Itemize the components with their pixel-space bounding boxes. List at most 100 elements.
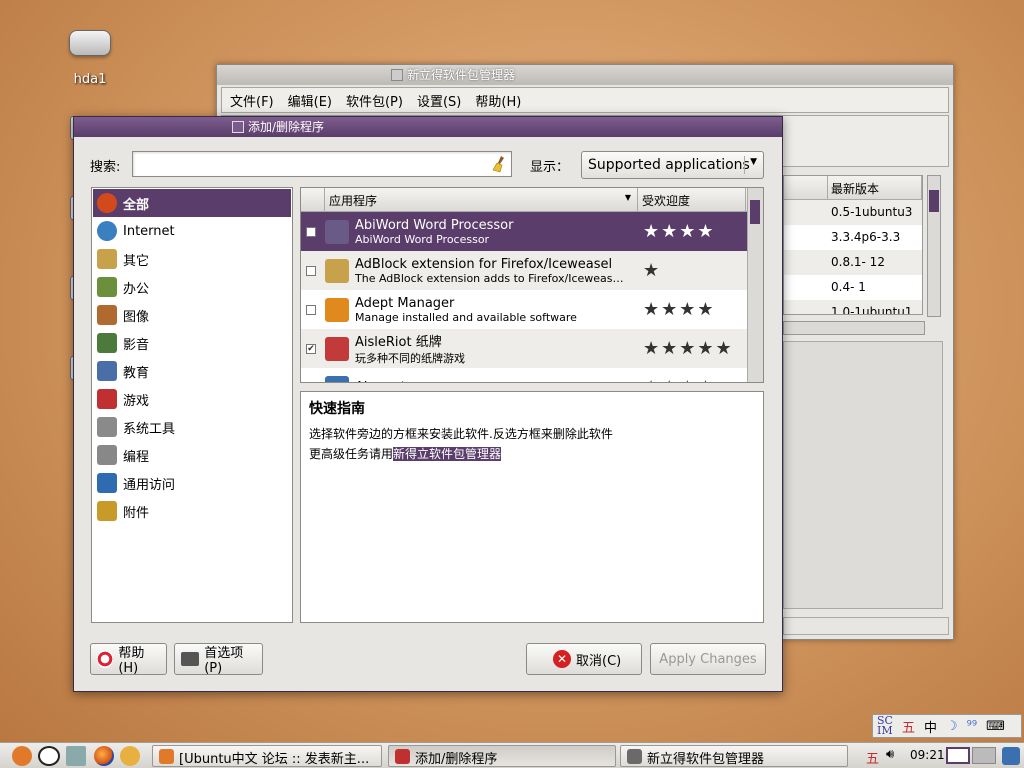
application-row[interactable]: Akregator★★★★ [301,368,747,384]
show-filter-value: Supported applications [588,157,750,173]
menu-item[interactable]: 设置(S) [417,91,461,110]
synaptic-details-pane [783,341,943,609]
synaptic-horizontal-scrollbar[interactable] [783,321,925,335]
preferences-button[interactable]: 首选项(P) [174,643,263,676]
application-name: AbiWord Word Processor [355,217,514,233]
application-description: The AdBlock extension adds to Firefox/Ic… [355,271,624,285]
table-row[interactable]: 1.0-1ubuntu1 [784,300,922,315]
table-row[interactable]: 0.8.1- 12 [784,250,922,275]
synaptic-vertical-scrollbar[interactable] [927,175,941,317]
application-row[interactable]: AbiWord Word Processor AbiWord Word Proce… [301,212,747,251]
latest-version-cell: 1.0-1ubuntu1 [831,305,913,315]
workspace-1[interactable] [946,747,970,764]
table-row[interactable]: 0.4- 1 [784,275,922,300]
accessibility-icon [97,473,117,493]
synaptic-title: 新立得软件包管理器 [407,68,516,82]
workspace-2[interactable] [972,747,996,764]
column-header-checkbox[interactable] [301,188,325,211]
category-item[interactable]: 教育 [93,357,291,385]
install-checkbox[interactable] [306,383,316,384]
category-item[interactable]: 游戏 [93,385,291,413]
ime-indicator[interactable]: 五 [866,748,879,767]
column-header-popularity[interactable]: 受欢迎度 [638,188,746,211]
install-checkbox[interactable] [306,265,316,276]
launcher-icon[interactable] [120,746,140,766]
taskbar-window-button[interactable]: 新立得软件包管理器 [620,745,848,767]
package-icon [97,249,117,269]
eyes-icon[interactable] [38,746,60,766]
help-button[interactable]: 帮助(H) [90,643,167,676]
quick-guide-text-2: 更高级任务请用 [309,447,394,461]
category-label: 图像 [123,309,150,325]
scim-logo-icon[interactable]: SC IM [877,715,893,736]
taskbar-window-label: [Ubuntu中文 论坛 :: 发表新主... [179,752,370,767]
cancel-button[interactable]: ✕ 取消(C) [526,643,642,675]
taskbar-window-button[interactable]: [Ubuntu中文 论坛 :: 发表新主... [152,745,382,767]
application-description: Manage installed and available software [355,310,577,324]
category-item[interactable]: 附件 [93,497,291,525]
table-row[interactable]: 3.3.4p6-3.3 [784,225,922,250]
synaptic-link[interactable]: 新得立软件包管理器 [393,447,502,461]
popularity-stars: ★★★★ [643,377,716,382]
education-icon [97,361,117,381]
synaptic-titlebar[interactable]: 新立得软件包管理器 [217,65,953,85]
category-item[interactable]: 其它 [93,245,291,273]
install-checkbox[interactable]: ✔ [306,343,316,354]
category-item[interactable]: 编程 [93,441,291,469]
window-icon [232,121,244,133]
column-header-latest-version[interactable]: 最新版本 [828,176,922,199]
desktop-icon-hda1[interactable]: hda1 [62,30,118,87]
application-row[interactable]: Adept Manager Manage installed and availa… [301,290,747,329]
tray-item[interactable]: 中 [924,717,937,736]
show-desktop-icon[interactable] [66,746,86,766]
application-row[interactable]: ✔ AisleRiot 纸牌 玩多种不同的纸牌游戏 ★★★★★ [301,329,747,368]
category-item[interactable]: 系统工具 [93,413,291,441]
scrollbar-thumb[interactable] [929,190,939,212]
category-item[interactable]: Internet [93,217,291,245]
menu-item[interactable]: 软件包(P) [346,91,403,110]
tray-item[interactable]: ⁹⁹ [967,719,977,734]
category-item[interactable]: 办公 [93,273,291,301]
install-checkbox[interactable] [306,226,316,237]
install-checkbox[interactable] [306,304,316,315]
category-item[interactable]: 全部 [93,189,291,217]
application-vertical-scrollbar[interactable] [747,188,763,382]
category-item[interactable]: 图像 [93,301,291,329]
category-label: 影音 [123,337,150,353]
menu-item[interactable]: 编辑(E) [288,91,332,110]
application-name: AdBlock extension for Firefox/Iceweasel [355,256,613,272]
dropdown-arrow-icon: ▼ [750,157,757,167]
volume-icon[interactable]: 🔊︎ [886,747,894,762]
pen-icon [97,445,117,465]
column-header-application[interactable]: 应用程序 ▼ [325,188,638,211]
column-header-partial[interactable] [784,176,828,199]
trash-icon[interactable] [1002,747,1020,765]
menu-item[interactable]: 文件(F) [230,91,274,110]
application-row[interactable]: AdBlock extension for Firefox/Iceweasel T… [301,251,747,290]
category-item[interactable]: 影音 [93,329,291,357]
show-filter-select[interactable]: Supported applications ▼ [581,151,764,179]
table-row[interactable]: 0.5-1ubuntu3 [784,200,922,225]
popularity-stars: ★★★★ [643,299,716,320]
latest-version-cell: 0.5-1ubuntu3 [831,205,913,219]
firefox-icon[interactable] [94,746,114,766]
clear-broom-icon[interactable] [491,155,507,173]
application-name: AisleRiot 纸牌 [355,335,442,350]
tray-item[interactable]: 五 [902,717,915,736]
latest-version-cell: 0.8.1- 12 [831,255,885,269]
keyboard-icon[interactable]: ⌨ [986,719,1005,734]
menu-item[interactable]: 帮助(H) [475,91,521,110]
add-remove-window: 添加/删除程序 搜索: 显示： Supported applications ▼… [73,116,783,692]
apply-changes-button[interactable]: Apply Changes [650,643,766,675]
taskbar-window-button[interactable]: 添加/删除程序 [388,745,616,767]
preferences-button-label: 首选项(P) [204,646,244,676]
scrollbar-thumb[interactable] [750,200,760,224]
add-remove-titlebar[interactable]: 添加/删除程序 [74,117,782,137]
category-item[interactable]: 通用访问 [93,469,291,497]
popularity-stars: ★★★★★ [643,338,734,359]
ubuntu-menu-icon[interactable] [12,746,32,766]
search-input[interactable] [132,151,512,177]
clock[interactable]: 09:21 [910,748,945,762]
window-icon [395,749,410,764]
tray-item[interactable]: ☽ [946,719,958,734]
